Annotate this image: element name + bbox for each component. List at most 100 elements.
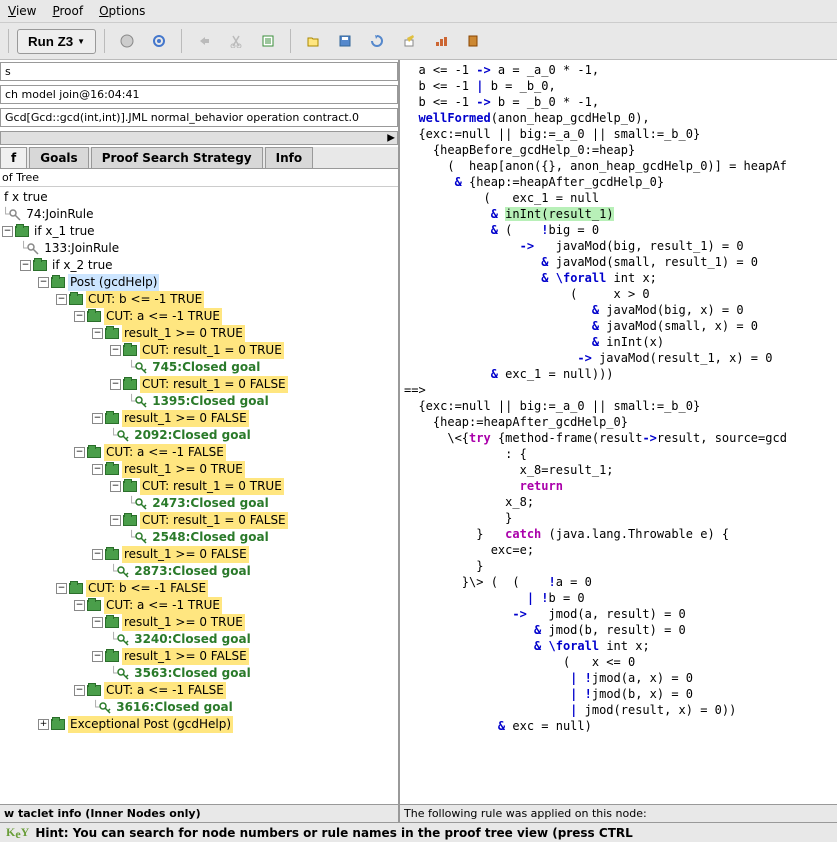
arrow-right-icon[interactable]: ▶ [387, 133, 395, 144]
tree-label: Exceptional Post (gcdHelp) [68, 716, 233, 733]
toggle-icon[interactable]: − [92, 413, 103, 424]
key-icon [135, 362, 147, 374]
tab-info[interactable]: Info [265, 147, 313, 168]
tree-node[interactable]: └ 2548:Closed goal [2, 529, 396, 546]
toggle-icon[interactable]: − [92, 549, 103, 560]
taclet-info-label[interactable]: w taclet info (Inner Nodes only) [0, 804, 398, 822]
tree-node[interactable]: − if x_2 true [2, 257, 396, 274]
toggle-icon[interactable]: − [2, 226, 13, 237]
chart-icon[interactable] [427, 27, 455, 55]
toggle-icon[interactable]: − [56, 583, 67, 594]
tree-node[interactable]: f x true [2, 189, 396, 206]
toggle-icon[interactable]: − [38, 277, 49, 288]
sequent-view[interactable]: a <= -1 -> a = _a_0 * -1, b <= -1 | b = … [400, 60, 837, 804]
tree-label: CUT: result_1 = 0 FALSE [140, 512, 288, 529]
closed-goal-label: 1395:Closed goal [150, 393, 270, 410]
tree-node[interactable]: −result_1 >= 0 TRUE [2, 461, 396, 478]
folder-icon [69, 583, 83, 594]
edit-icon[interactable] [395, 27, 423, 55]
gear-icon[interactable] [145, 27, 173, 55]
tree-label: result_1 >= 0 FALSE [122, 648, 249, 665]
folder-icon [15, 226, 29, 237]
right-pane: a <= -1 -> a = _a_0 * -1, b <= -1 | b = … [400, 60, 837, 822]
menu-proof[interactable]: Proof [44, 2, 91, 20]
toggle-icon[interactable]: − [92, 464, 103, 475]
header-line3: Gcd[Gcd::gcd(int,int)].JML normal_behavi… [0, 108, 398, 127]
tree-node[interactable]: −CUT: a <= -1 TRUE [2, 597, 396, 614]
toggle-icon[interactable]: − [56, 294, 67, 305]
tree-node[interactable]: −Post (gcdHelp) [2, 274, 396, 291]
tree-node[interactable]: └ 3563:Closed goal [2, 665, 396, 682]
toggle-icon[interactable]: − [92, 617, 103, 628]
left-pane: s ch model join@16:04:41 Gcd[Gcd::gcd(in… [0, 60, 400, 822]
tree-node[interactable]: └ 74:JoinRule [2, 206, 396, 223]
toggle-icon[interactable]: − [92, 328, 103, 339]
tree-node[interactable]: └ 2873:Closed goal [2, 563, 396, 580]
tree-node[interactable]: └ 745:Closed goal [2, 359, 396, 376]
folder-icon [51, 719, 65, 730]
menu-options[interactable]: Options [91, 2, 153, 20]
stop-icon[interactable] [113, 27, 141, 55]
save-icon[interactable] [331, 27, 359, 55]
toggle-icon[interactable]: − [74, 447, 85, 458]
toggle-icon[interactable]: − [20, 260, 31, 271]
hint-text: Hint: You can search for node numbers or… [35, 826, 632, 840]
tree-node[interactable]: └ 2092:Closed goal [2, 427, 396, 444]
open-icon[interactable] [299, 27, 327, 55]
tree-node[interactable]: −result_1 >= 0 FALSE [2, 410, 396, 427]
proof-tree[interactable]: f x true└ 74:JoinRule−if x_1 true└ 133:J… [0, 187, 398, 804]
tree-node[interactable]: └ 1395:Closed goal [2, 393, 396, 410]
key-icon [117, 566, 129, 578]
folder-icon [87, 685, 101, 696]
tree-node[interactable]: −CUT: a <= -1 FALSE [2, 682, 396, 699]
tree-node[interactable]: + Exceptional Post (gcdHelp) [2, 716, 396, 733]
tree-node[interactable]: −CUT: b <= -1 TRUE [2, 291, 396, 308]
tree-node[interactable]: − CUT: result_1 = 0 FALSE [2, 512, 396, 529]
tree-node[interactable]: └ 133:JoinRule [2, 240, 396, 257]
tree-header: of Tree [0, 169, 398, 187]
toggle-icon[interactable]: − [74, 600, 85, 611]
toggle-icon[interactable]: − [110, 515, 121, 526]
toggle-icon[interactable]: − [110, 481, 121, 492]
tree-label: result_1 >= 0 TRUE [122, 325, 245, 342]
closed-goal-label: 2473:Closed goal [150, 495, 270, 512]
tree-node[interactable]: └ 2473:Closed goal [2, 495, 396, 512]
toggle-icon[interactable]: − [92, 651, 103, 662]
toggle-icon[interactable]: − [74, 311, 85, 322]
tree-node[interactable]: −if x_1 true [2, 223, 396, 240]
undo-icon[interactable] [190, 27, 218, 55]
toggle-icon[interactable]: + [38, 719, 49, 730]
tree-node[interactable]: − result_1 >= 0 FALSE [2, 648, 396, 665]
key-icon [117, 634, 129, 646]
tree-node[interactable]: −CUT: b <= -1 FALSE [2, 580, 396, 597]
cut-icon[interactable] [222, 27, 250, 55]
list-icon[interactable] [254, 27, 282, 55]
tree-label: CUT: a <= -1 TRUE [104, 308, 222, 325]
tree-label: if x_2 true [50, 257, 115, 274]
tree-node[interactable]: └ 3240:Closed goal [2, 631, 396, 648]
run-z3-button[interactable]: Run Z3 ▼ [17, 29, 96, 54]
tree-node[interactable]: − CUT: a <= -1 TRUE [2, 308, 396, 325]
toggle-icon[interactable]: − [74, 685, 85, 696]
toolbar: Run Z3 ▼ [0, 23, 837, 60]
tree-node[interactable]: −CUT: a <= -1 FALSE [2, 444, 396, 461]
toggle-icon[interactable]: − [110, 345, 121, 356]
tab-f[interactable]: f [0, 147, 27, 168]
folder-icon [69, 294, 83, 305]
closed-goal-label: 745:Closed goal [150, 359, 262, 376]
tab-proof-search[interactable]: Proof Search Strategy [91, 147, 263, 168]
toggle-icon[interactable]: − [110, 379, 121, 390]
menu-view[interactable]: View [0, 2, 44, 20]
tab-goals[interactable]: Goals [29, 147, 88, 168]
refresh-icon[interactable] [363, 27, 391, 55]
tree-node[interactable]: − result_1 >= 0 TRUE [2, 614, 396, 631]
tree-node[interactable]: −CUT: result_1 = 0 FALSE [2, 376, 396, 393]
book-icon[interactable] [459, 27, 487, 55]
tree-node[interactable]: └ 3616:Closed goal [2, 699, 396, 716]
tree-node[interactable]: − result_1 >= 0 TRUE [2, 325, 396, 342]
menubar: View Proof Options [0, 0, 837, 23]
tree-label: result_1 >= 0 TRUE [122, 614, 245, 631]
tree-node[interactable]: −result_1 >= 0 FALSE [2, 546, 396, 563]
tree-node[interactable]: −CUT: result_1 = 0 TRUE [2, 342, 396, 359]
tree-node[interactable]: −CUT: result_1 = 0 TRUE [2, 478, 396, 495]
